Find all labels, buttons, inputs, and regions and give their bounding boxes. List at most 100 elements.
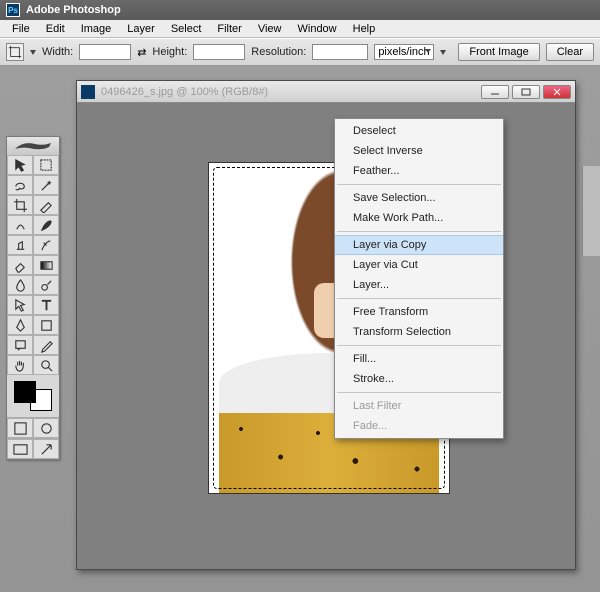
close-icon xyxy=(552,88,562,96)
context-menu-separator xyxy=(337,345,501,346)
clear-button[interactable]: Clear xyxy=(546,43,594,61)
hand-icon xyxy=(13,358,28,373)
context-item-last-filter: Last Filter xyxy=(335,396,503,416)
brush-tool[interactable] xyxy=(33,215,59,235)
right-panel-edge[interactable] xyxy=(582,166,600,256)
context-item-make-work-path[interactable]: Make Work Path... xyxy=(335,208,503,228)
foreground-color-swatch[interactable] xyxy=(14,381,36,403)
context-item-fill[interactable]: Fill... xyxy=(335,349,503,369)
eraser-tool[interactable] xyxy=(7,255,33,275)
context-item-layer[interactable]: Layer... xyxy=(335,275,503,295)
pen-icon xyxy=(13,318,28,333)
context-item-deselect[interactable]: Deselect xyxy=(335,121,503,141)
standard-mode-icon[interactable] xyxy=(7,418,33,438)
crop-tool-preset-icon[interactable] xyxy=(6,43,24,61)
resolution-label: Resolution: xyxy=(251,46,306,58)
minimize-button[interactable] xyxy=(481,85,509,99)
maximize-button[interactable] xyxy=(512,85,540,99)
path-select-icon xyxy=(13,298,28,313)
eyedropper-icon xyxy=(39,338,54,353)
lasso-icon xyxy=(13,178,28,193)
swap-icon[interactable]: ⇄ xyxy=(137,46,146,59)
height-input[interactable] xyxy=(193,44,245,60)
pen-tool[interactable] xyxy=(7,315,33,335)
quickmask-mode-icon[interactable] xyxy=(33,418,59,438)
dropdown-arrow-icon[interactable] xyxy=(30,50,36,55)
gradient-tool[interactable] xyxy=(33,255,59,275)
menu-select[interactable]: Select xyxy=(163,21,210,37)
menu-file[interactable]: File xyxy=(4,21,38,37)
resolution-input[interactable] xyxy=(312,44,368,60)
width-input[interactable] xyxy=(79,44,131,60)
document-titlebar[interactable]: 0496426_s.jpg @ 100% (RGB/8#) xyxy=(77,81,575,103)
menu-filter[interactable]: Filter xyxy=(209,21,249,37)
context-item-save-selection[interactable]: Save Selection... xyxy=(335,188,503,208)
crop-icon xyxy=(13,198,28,213)
slice-icon xyxy=(39,198,54,213)
menu-window[interactable]: Window xyxy=(290,21,345,37)
magic-wand-tool[interactable] xyxy=(33,175,59,195)
document-title: 0496426_s.jpg @ 100% (RGB/8#) xyxy=(101,86,481,98)
crop-tool[interactable] xyxy=(7,195,33,215)
workspace-area: 0496426_s.jpg @ 100% (RGB/8#) xyxy=(0,66,600,592)
front-image-label: Front Image xyxy=(469,46,528,58)
gradient-icon xyxy=(39,258,54,273)
clone-stamp-tool[interactable] xyxy=(7,235,33,255)
zoom-icon xyxy=(39,358,54,373)
healing-brush-tool[interactable] xyxy=(7,215,33,235)
context-item-feather[interactable]: Feather... xyxy=(335,161,503,181)
clear-label: Clear xyxy=(557,46,583,58)
height-label: Height: xyxy=(152,46,187,58)
menu-view[interactable]: View xyxy=(250,21,290,37)
tools-palette xyxy=(6,136,60,460)
magic-wand-icon xyxy=(39,178,54,193)
app-titlebar: Ps Adobe Photoshop xyxy=(0,0,600,20)
app-title: Adobe Photoshop xyxy=(26,4,121,16)
screen-mode-icon[interactable] xyxy=(7,439,33,459)
units-dropdown[interactable]: pixels/inch xyxy=(374,44,434,60)
jump-to-icon[interactable] xyxy=(33,439,59,459)
units-value: pixels/inch xyxy=(378,46,429,58)
eyedropper-tool[interactable] xyxy=(33,335,59,355)
move-icon xyxy=(13,158,28,173)
clone-stamp-icon xyxy=(13,238,28,253)
color-swatches xyxy=(7,375,59,417)
minimize-icon xyxy=(490,88,500,96)
menu-layer[interactable]: Layer xyxy=(119,21,163,37)
context-item-transform-selection[interactable]: Transform Selection xyxy=(335,322,503,342)
healing-brush-icon xyxy=(13,218,28,233)
palette-grip-icon[interactable] xyxy=(7,137,59,155)
menu-edit[interactable]: Edit xyxy=(38,21,73,37)
context-item-stroke[interactable]: Stroke... xyxy=(335,369,503,389)
eraser-icon xyxy=(13,258,28,273)
history-brush-icon xyxy=(39,238,54,253)
close-button[interactable] xyxy=(543,85,571,99)
dropdown-arrow-icon[interactable] xyxy=(440,50,446,55)
type-tool[interactable] xyxy=(33,295,59,315)
context-menu-separator xyxy=(337,184,501,185)
marquee-tool[interactable] xyxy=(33,155,59,175)
options-bar: Width: ⇄ Height: Resolution: pixels/inch… xyxy=(0,38,600,66)
move-tool[interactable] xyxy=(7,155,33,175)
notes-tool[interactable] xyxy=(7,335,33,355)
context-menu: DeselectSelect InverseFeather... Save Sel… xyxy=(334,118,504,439)
history-brush-tool[interactable] xyxy=(33,235,59,255)
hand-tool[interactable] xyxy=(7,355,33,375)
dodge-tool[interactable] xyxy=(33,275,59,295)
context-item-select-inverse[interactable]: Select Inverse xyxy=(335,141,503,161)
context-item-free-transform[interactable]: Free Transform xyxy=(335,302,503,322)
menu-image[interactable]: Image xyxy=(73,21,120,37)
blur-icon xyxy=(13,278,28,293)
path-select-tool[interactable] xyxy=(7,295,33,315)
marquee-icon xyxy=(39,158,54,173)
slice-tool[interactable] xyxy=(33,195,59,215)
menu-help[interactable]: Help xyxy=(345,21,384,37)
blur-tool[interactable] xyxy=(7,275,33,295)
front-image-button[interactable]: Front Image xyxy=(458,43,539,61)
zoom-tool[interactable] xyxy=(33,355,59,375)
context-item-layer-via-copy[interactable]: Layer via Copy xyxy=(335,235,503,255)
lasso-tool[interactable] xyxy=(7,175,33,195)
shape-tool[interactable] xyxy=(33,315,59,335)
menu-bar: File Edit Image Layer Select Filter View… xyxy=(0,20,600,38)
context-item-layer-via-cut[interactable]: Layer via Cut xyxy=(335,255,503,275)
